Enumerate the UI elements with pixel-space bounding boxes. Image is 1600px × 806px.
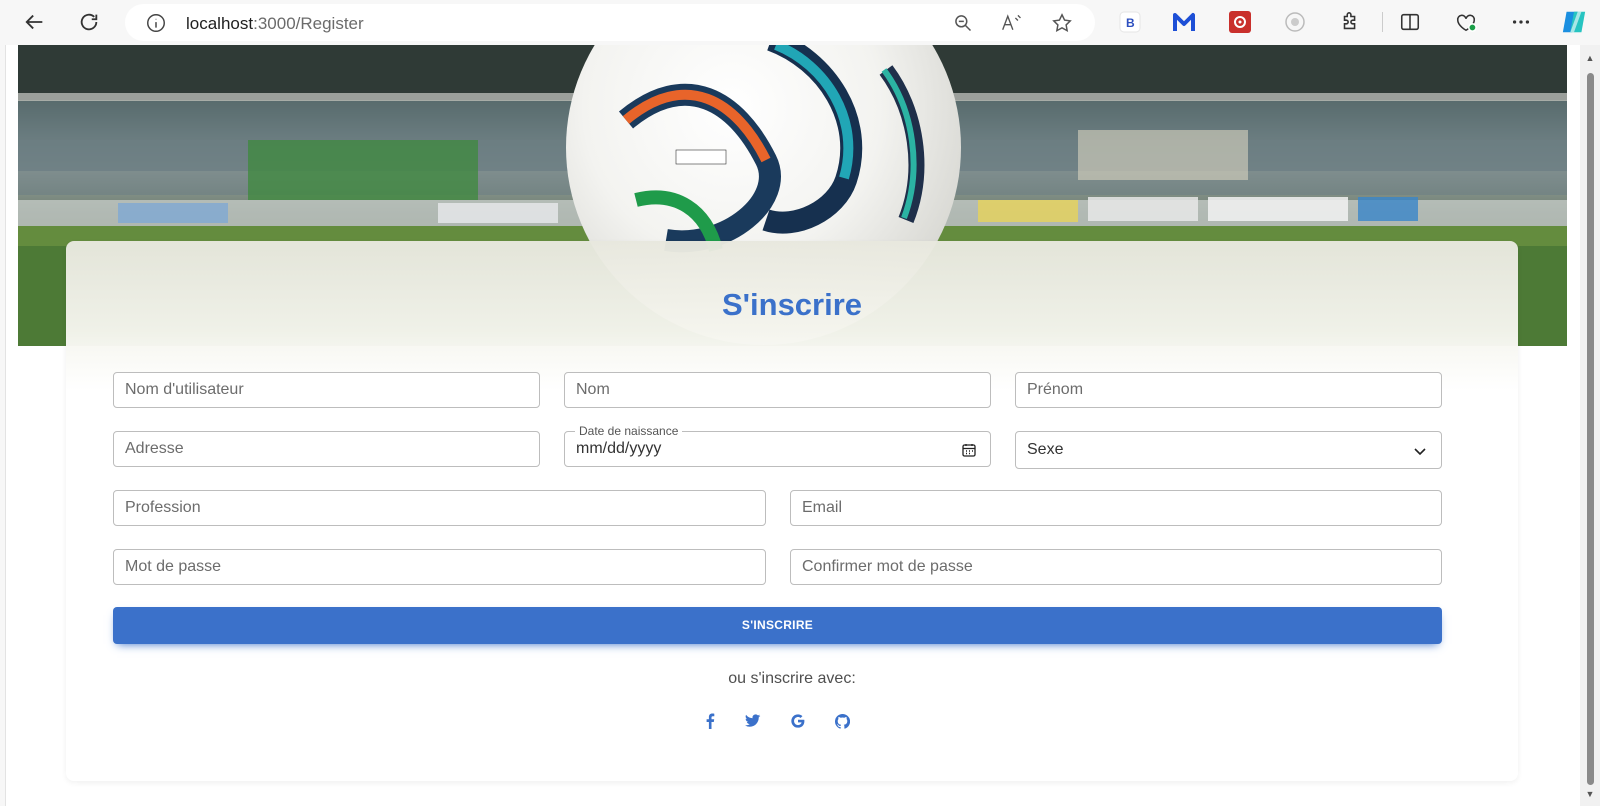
firstname-field[interactable] <box>1015 372 1442 408</box>
github-icon[interactable] <box>830 709 854 733</box>
reload-button[interactable] <box>73 6 105 38</box>
page-viewport: S'inscrire Date de naissance mm/dd/yyyy … <box>5 45 1580 806</box>
facebook-icon[interactable] <box>698 709 722 733</box>
more-menu-icon[interactable] <box>1508 9 1534 35</box>
twitter-icon[interactable] <box>741 709 765 733</box>
lastname-input[interactable] <box>576 373 961 407</box>
password-input[interactable] <box>125 550 736 584</box>
record-extension-icon[interactable] <box>1282 9 1308 35</box>
page-title: S'inscrire <box>721 287 863 322</box>
back-button[interactable] <box>19 6 51 38</box>
register-button[interactable]: S'INSCRIRE <box>113 607 1442 644</box>
lastname-field[interactable] <box>564 372 991 408</box>
browser-essentials-icon[interactable] <box>1453 9 1479 35</box>
birthdate-field[interactable]: Date de naissance mm/dd/yyyy <box>564 424 991 467</box>
copilot-icon[interactable] <box>1561 9 1587 35</box>
svg-text:B: B <box>1126 16 1135 30</box>
read-aloud-icon[interactable] <box>1001 12 1023 34</box>
reload-icon <box>80 13 98 31</box>
email-input[interactable] <box>802 491 1412 525</box>
profession-field[interactable] <box>113 490 766 526</box>
address-bar[interactable]: localhost:3000/Register <box>125 4 1095 41</box>
scroll-down-arrow-icon[interactable]: ▼ <box>1585 789 1595 799</box>
scrollbar-thumb[interactable] <box>1587 73 1594 785</box>
url-host: localhost <box>186 14 254 33</box>
address-field[interactable] <box>113 431 540 467</box>
calendar-icon[interactable] <box>960 441 978 459</box>
username-input[interactable] <box>125 373 510 407</box>
address-input[interactable] <box>125 432 510 466</box>
favorite-star-icon[interactable] <box>1051 12 1073 34</box>
alt-register-text: ou s'inscrire avec: <box>728 670 856 687</box>
profession-input[interactable] <box>125 491 736 525</box>
username-field[interactable] <box>113 372 540 408</box>
confirm-password-field[interactable] <box>790 549 1442 585</box>
site-info-icon[interactable] <box>145 12 167 39</box>
chevron-down-icon <box>1411 442 1429 460</box>
sex-select[interactable]: Sexe <box>1015 431 1442 469</box>
sex-select-value: Sexe <box>1027 441 1064 458</box>
url-path: :3000/Register <box>253 14 364 33</box>
email-field[interactable] <box>790 490 1442 526</box>
extensions-puzzle-icon[interactable] <box>1337 9 1363 35</box>
split-screen-icon[interactable] <box>1397 9 1423 35</box>
extension-b-icon[interactable]: B <box>1117 9 1143 35</box>
browser-toolbar: localhost:3000/Register B <box>0 0 1600 45</box>
register-card: S'inscrire Date de naissance mm/dd/yyyy … <box>66 241 1518 781</box>
red-extension-icon[interactable] <box>1227 9 1253 35</box>
firstname-input[interactable] <box>1027 373 1412 407</box>
zoom-icon[interactable] <box>952 12 974 34</box>
password-field[interactable] <box>113 549 766 585</box>
toolbar-divider <box>1382 12 1383 32</box>
malwarebytes-icon[interactable] <box>1171 9 1197 35</box>
google-icon[interactable] <box>786 709 810 733</box>
back-arrow-icon <box>25 14 43 30</box>
confirm-password-input[interactable] <box>802 550 1412 584</box>
page-scrollbar[interactable]: ▲ ▼ <box>1580 45 1600 806</box>
birthdate-value[interactable]: mm/dd/yyyy <box>576 432 961 466</box>
address-url: localhost:3000/Register <box>186 14 364 34</box>
scroll-up-arrow-icon[interactable]: ▲ <box>1585 53 1595 63</box>
